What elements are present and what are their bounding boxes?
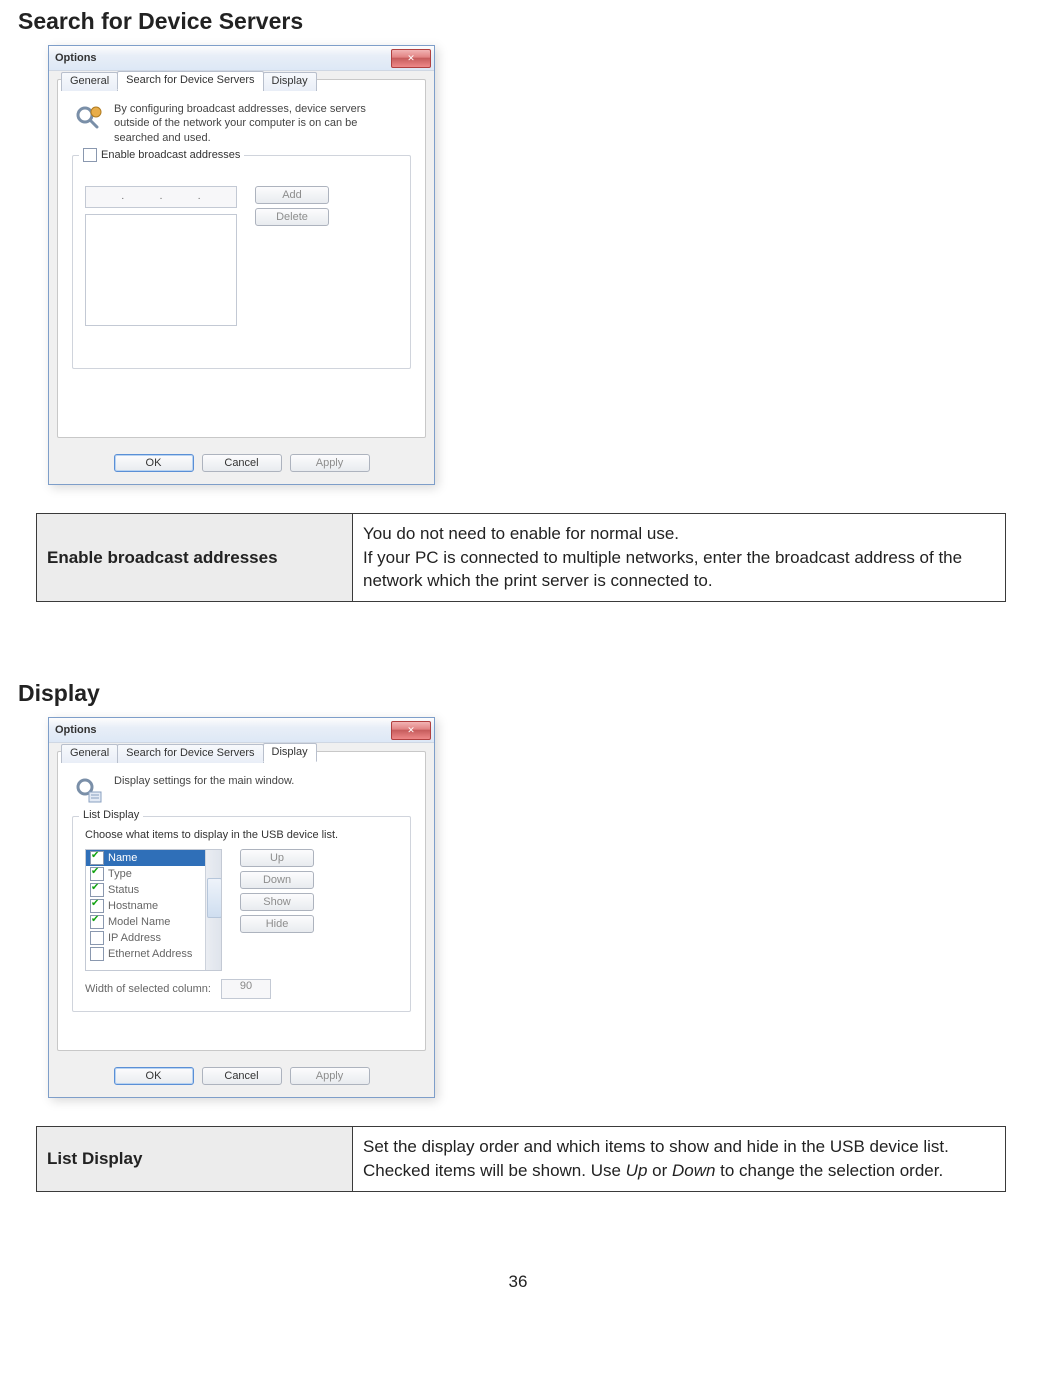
list-item-label: Ethernet Address xyxy=(108,948,192,960)
list-item-checkbox[interactable] xyxy=(90,931,104,945)
groupbox-label: Enable broadcast addresses xyxy=(101,149,240,161)
list-item-checkbox[interactable] xyxy=(90,915,104,929)
ip-dot: . xyxy=(198,191,201,202)
titlebar: Options ✕ xyxy=(49,46,434,71)
show-button[interactable]: Show xyxy=(240,893,314,911)
ip-dot: . xyxy=(121,191,124,202)
close-button[interactable]: ✕ xyxy=(391,49,431,68)
tab-general[interactable]: General xyxy=(61,744,118,763)
options-dialog-display: Options ✕ General Search for Device Serv… xyxy=(48,717,435,1098)
titlebar: Options ✕ xyxy=(49,718,434,743)
list-item-label: IP Address xyxy=(108,932,161,944)
display-settings-icon xyxy=(72,774,104,806)
section-heading-search: Search for Device Servers xyxy=(18,8,1018,35)
list-item-checkbox[interactable] xyxy=(90,899,104,913)
list-item[interactable]: IP Address xyxy=(86,930,221,946)
list-item-checkbox[interactable] xyxy=(90,883,104,897)
desc-text: You do not need to enable for normal use… xyxy=(353,513,1006,601)
column-list[interactable]: Name Type Status Hostname Model Name IP Addre… xyxy=(85,849,222,971)
close-icon: ✕ xyxy=(407,723,415,737)
desc-line: You do not need to enable for normal use… xyxy=(363,522,995,546)
list-item[interactable]: Type xyxy=(86,866,221,882)
list-item-label: Model Name xyxy=(108,916,170,928)
cancel-button[interactable]: Cancel xyxy=(202,1067,282,1085)
tab-display[interactable]: Display xyxy=(263,743,317,762)
close-icon: ✕ xyxy=(407,51,415,65)
add-button[interactable]: Add xyxy=(255,186,329,204)
tab-search[interactable]: Search for Device Servers xyxy=(117,744,263,763)
info-text: By configuring broadcast addresses, devi… xyxy=(114,102,374,145)
desc-label: List Display xyxy=(37,1127,353,1192)
window-title: Options xyxy=(55,724,97,736)
groupbox-label: List Display xyxy=(83,809,139,821)
broadcast-address-list[interactable] xyxy=(85,214,237,326)
window-title: Options xyxy=(55,52,97,64)
description-table-1: Enable broadcast addresses You do not ne… xyxy=(36,513,1006,602)
description-table-2: List Display Set the display order and w… xyxy=(36,1126,1006,1192)
magnifier-icon xyxy=(72,102,104,134)
delete-button[interactable]: Delete xyxy=(255,208,329,226)
groupbox-subtext: Choose what items to display in the USB … xyxy=(85,829,398,841)
down-button[interactable]: Down xyxy=(240,871,314,889)
list-item-label: Name xyxy=(108,852,137,864)
scrollbar-thumb[interactable] xyxy=(207,878,222,918)
tab-general[interactable]: General xyxy=(61,72,118,91)
up-button[interactable]: Up xyxy=(240,849,314,867)
info-text: Display settings for the main window. xyxy=(114,774,294,788)
list-item-label: Status xyxy=(108,884,139,896)
apply-button[interactable]: Apply xyxy=(290,1067,370,1085)
list-item[interactable]: Status xyxy=(86,882,221,898)
desc-line: If your PC is connected to multiple netw… xyxy=(363,546,995,594)
list-display-groupbox: List Display Choose what items to displa… xyxy=(72,816,411,1012)
hide-button[interactable]: Hide xyxy=(240,915,314,933)
desc-label: Enable broadcast addresses xyxy=(37,513,353,601)
tab-search[interactable]: Search for Device Servers xyxy=(117,71,263,90)
page-number: 36 xyxy=(18,1272,1018,1292)
list-item-label: Hostname xyxy=(108,900,158,912)
enable-broadcast-checkbox[interactable] xyxy=(83,148,97,162)
width-label: Width of selected column: xyxy=(85,983,211,995)
desc-segment: or xyxy=(647,1161,672,1180)
list-item[interactable]: Model Name xyxy=(86,914,221,930)
tab-display[interactable]: Display xyxy=(263,72,317,91)
scrollbar[interactable] xyxy=(205,850,221,970)
list-item[interactable]: Hostname xyxy=(86,898,221,914)
desc-text: Set the display order and which items to… xyxy=(353,1127,1006,1192)
apply-button[interactable]: Apply xyxy=(290,454,370,472)
section-heading-display: Display xyxy=(18,680,1018,707)
close-button[interactable]: ✕ xyxy=(391,721,431,740)
list-item-checkbox[interactable] xyxy=(90,947,104,961)
list-item-checkbox[interactable] xyxy=(90,867,104,881)
cancel-button[interactable]: Cancel xyxy=(202,454,282,472)
list-item[interactable]: Name xyxy=(86,850,221,866)
tab-pane: General Search for Device Servers Displa… xyxy=(57,79,426,438)
tab-pane: General Search for Device Servers Displa… xyxy=(57,751,426,1051)
list-item[interactable]: Ethernet Address xyxy=(86,946,221,962)
ip-address-input[interactable]: . . . xyxy=(85,186,237,208)
ok-button[interactable]: OK xyxy=(114,1067,194,1085)
list-item-checkbox[interactable] xyxy=(90,851,104,865)
ip-dot: . xyxy=(160,191,163,202)
broadcast-groupbox: Enable broadcast addresses . . . Add Del… xyxy=(72,155,411,369)
list-item-label: Type xyxy=(108,868,132,880)
width-input[interactable]: 90 xyxy=(221,979,271,999)
ok-button[interactable]: OK xyxy=(114,454,194,472)
desc-italic-up: Up xyxy=(626,1161,648,1180)
options-dialog-search: Options ✕ General Search for Device Serv… xyxy=(48,45,435,485)
desc-segment: to change the selection order. xyxy=(715,1161,943,1180)
desc-italic-down: Down xyxy=(672,1161,715,1180)
